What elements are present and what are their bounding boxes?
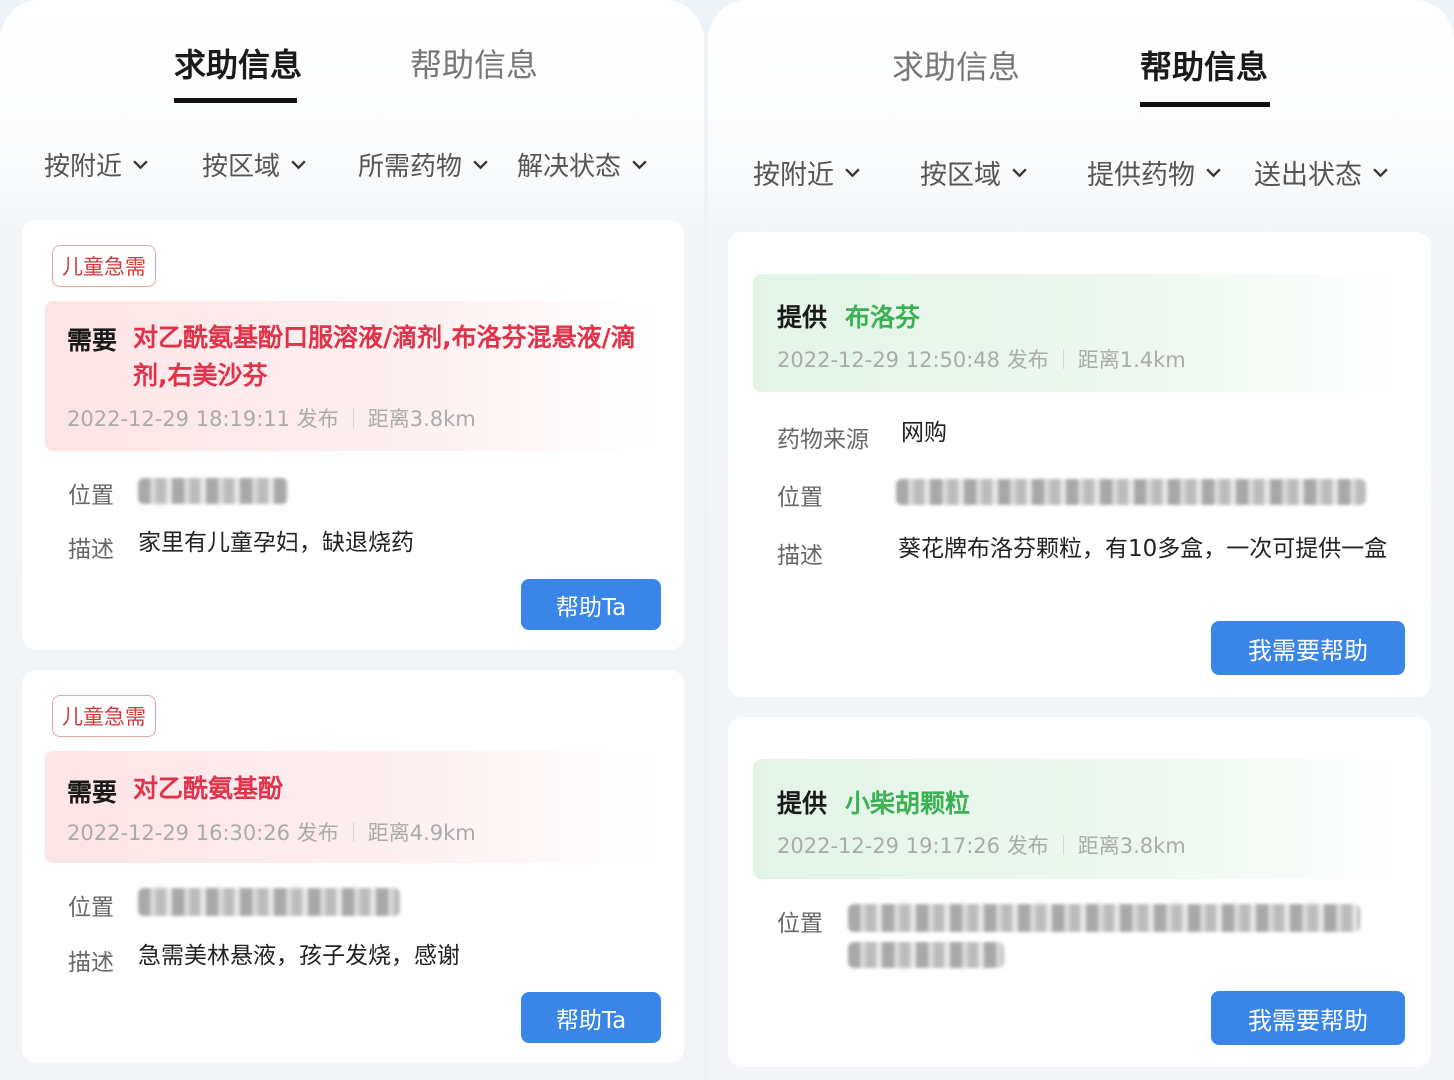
- chevron-down-icon: [291, 160, 306, 170]
- post-meta: 2022-12-29 18:19:11 发布 距离3.8km: [67, 403, 476, 433]
- chevron-down-icon: [1012, 168, 1027, 178]
- filter-needed-drug[interactable]: 所需药物: [358, 146, 489, 183]
- description-value: 葵花牌布洛芬颗粒，有10多盒，一次可提供一盒: [898, 536, 1388, 562]
- filter-region[interactable]: 按区域: [920, 153, 1028, 192]
- filter-nearby[interactable]: 按附近: [44, 146, 149, 183]
- filter-offered-drug[interactable]: 提供药物: [1087, 153, 1222, 192]
- i-need-help-button[interactable]: 我需要帮助: [1211, 621, 1405, 675]
- divider: [352, 822, 354, 842]
- chevron-down-icon: [845, 168, 860, 178]
- description-label: 描述: [777, 543, 823, 569]
- offer-label: 提供: [777, 303, 828, 332]
- need-box: 需要 对乙酰氨基酚 2022-12-29 16:30:26 发布 距离4.9km: [45, 751, 659, 863]
- location-value-redacted: [138, 478, 288, 504]
- filter-label: 解决状态: [517, 152, 622, 182]
- active-tab-underline: [1140, 102, 1270, 107]
- post-time: 2022-12-29 19:17:26 发布: [777, 834, 1049, 858]
- chevron-down-icon: [632, 160, 647, 170]
- tab-help-requests[interactable]: 求助信息: [174, 40, 302, 86]
- distance: 距离3.8km: [367, 407, 476, 431]
- help-ta-button[interactable]: 帮助Ta: [521, 992, 661, 1043]
- need-label: 需要: [67, 326, 118, 355]
- filter-region[interactable]: 按区域: [202, 146, 307, 183]
- chevron-down-icon: [1373, 168, 1388, 178]
- filter-nearby[interactable]: 按附近: [753, 153, 861, 192]
- help-offer-card: 提供 小柴胡颗粒 2022-12-29 19:17:26 发布 距离3.8km …: [728, 717, 1431, 1067]
- active-tab-underline: [174, 98, 297, 103]
- description-value: 急需美林悬液，孩子发烧，感谢: [138, 943, 460, 969]
- filter-label: 按附近: [753, 160, 834, 191]
- post-meta: 2022-12-29 16:30:26 发布 距离4.9km: [67, 817, 476, 847]
- filter-resolve-status[interactable]: 解决状态: [517, 146, 648, 183]
- filter-label: 按区域: [202, 152, 281, 182]
- distance: 距离4.9km: [367, 821, 476, 845]
- needed-drug: 对乙酰氨基酚口服溶液/滴剂,布洛芬混悬液/滴剂,右美沙芬: [133, 323, 636, 390]
- distance: 距离3.8km: [1077, 834, 1186, 858]
- offer-box: 提供 小柴胡颗粒 2022-12-29 19:17:26 发布 距离3.8km: [753, 759, 1405, 879]
- filter-label: 提供药物: [1087, 160, 1195, 191]
- need-box: 需要 对乙酰氨基酚口服溶液/滴剂,布洛芬混悬液/滴剂,右美沙芬 2022-12-…: [45, 301, 659, 451]
- need-label: 需要: [67, 778, 118, 807]
- location-label: 位置: [68, 483, 114, 509]
- help-offers-panel: 求助信息 帮助信息 按附近 按区域 提供药物 送出状态 提供 布洛芬 2022-…: [708, 0, 1454, 1080]
- help-request-card: 儿童急需 需要 对乙酰氨基酚 2022-12-29 16:30:26 发布 距离…: [22, 670, 684, 1063]
- post-time: 2022-12-29 16:30:26 发布: [67, 821, 339, 845]
- chevron-down-icon: [133, 160, 148, 170]
- help-request-card: 儿童急需 需要 对乙酰氨基酚口服溶液/滴剂,布洛芬混悬液/滴剂,右美沙芬 202…: [22, 220, 684, 650]
- description-label: 描述: [68, 537, 114, 563]
- chevron-down-icon: [473, 160, 488, 170]
- offer-label: 提供: [777, 789, 828, 818]
- filter-label: 按附近: [44, 152, 123, 182]
- description-label: 描述: [68, 950, 114, 976]
- drug-source-value: 网购: [901, 420, 947, 446]
- help-offer-card: 提供 布洛芬 2022-12-29 12:50:48 发布 距离1.4km 药物…: [728, 232, 1431, 697]
- filter-label: 按区域: [920, 160, 1001, 191]
- description-value: 家里有儿童孕妇，缺退烧药: [138, 530, 414, 556]
- divider: [1062, 349, 1064, 369]
- tab-help-offers[interactable]: 帮助信息: [1140, 42, 1268, 88]
- filter-delivery-status[interactable]: 送出状态: [1254, 153, 1389, 192]
- location-label: 位置: [777, 911, 823, 937]
- chevron-down-icon: [1206, 168, 1221, 178]
- offered-drug: 小柴胡颗粒: [845, 789, 971, 818]
- location-value-redacted: [138, 888, 400, 916]
- location-value-redacted: [896, 479, 1366, 505]
- offer-box: 提供 布洛芬 2022-12-29 12:50:48 发布 距离1.4km: [753, 274, 1405, 392]
- offered-drug: 布洛芬: [845, 303, 921, 332]
- i-need-help-button[interactable]: 我需要帮助: [1211, 991, 1405, 1045]
- tab-help-requests[interactable]: 求助信息: [892, 42, 1020, 88]
- post-meta: 2022-12-29 19:17:26 发布 距离3.8km: [777, 830, 1186, 860]
- help-requests-panel: 求助信息 帮助信息 按附近 按区域 所需药物 解决状态 儿童急需 需要 对乙酰氨…: [0, 0, 704, 1080]
- location-label: 位置: [777, 485, 823, 511]
- divider: [1062, 835, 1064, 855]
- help-ta-button[interactable]: 帮助Ta: [521, 579, 661, 630]
- filter-label: 送出状态: [1254, 160, 1362, 191]
- urgent-tag: 儿童急需: [52, 245, 156, 287]
- post-time: 2022-12-29 18:19:11 发布: [67, 407, 339, 431]
- post-meta: 2022-12-29 12:50:48 发布 距离1.4km: [777, 344, 1186, 374]
- location-label: 位置: [68, 895, 114, 921]
- filter-label: 所需药物: [358, 152, 463, 182]
- drug-source-label: 药物来源: [777, 427, 869, 453]
- tab-help-offers[interactable]: 帮助信息: [410, 40, 538, 86]
- location-value-redacted: [848, 942, 1004, 968]
- distance: 距离1.4km: [1077, 348, 1186, 372]
- post-time: 2022-12-29 12:50:48 发布: [777, 348, 1049, 372]
- location-value-redacted: [848, 904, 1360, 932]
- divider: [352, 408, 354, 428]
- needed-drug: 对乙酰氨基酚: [133, 774, 284, 803]
- urgent-tag: 儿童急需: [52, 695, 156, 737]
